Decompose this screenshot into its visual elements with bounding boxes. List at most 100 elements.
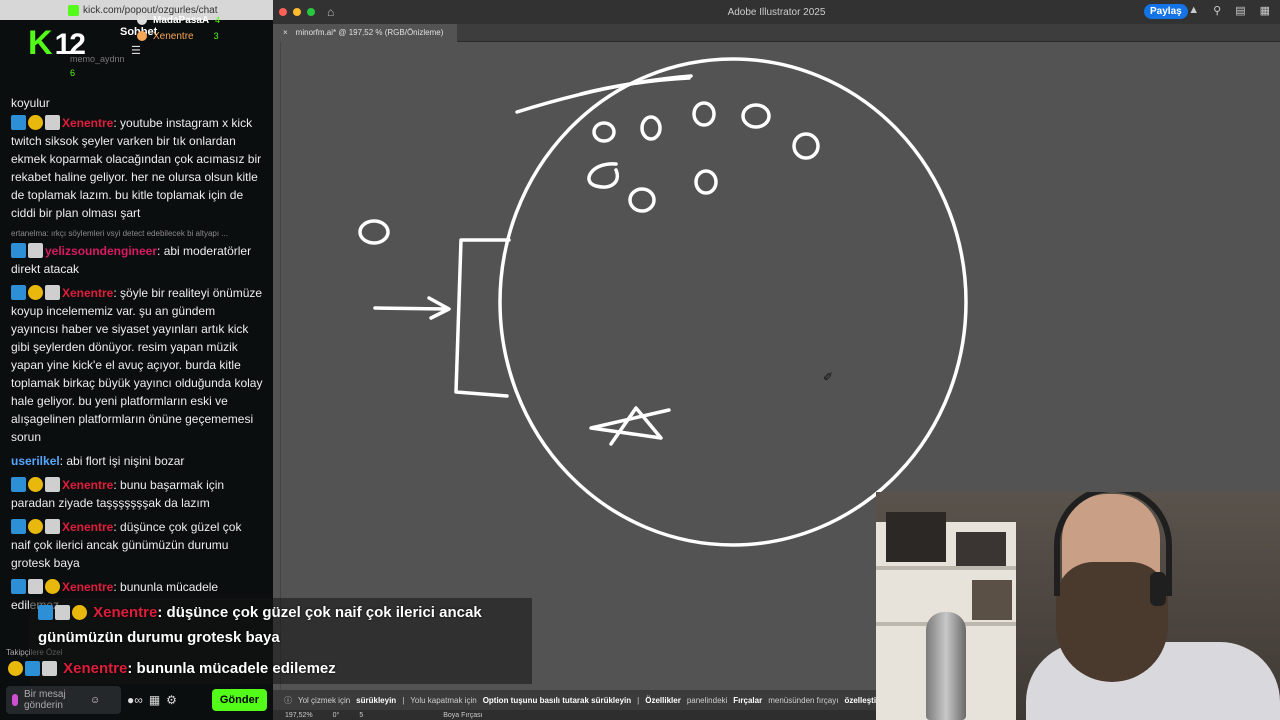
- gift-badge-icon: [45, 477, 60, 492]
- current-tool-name: Boya Fırçası: [443, 711, 483, 719]
- top-user-name: MadaPasaA: [153, 14, 210, 26]
- top-user-count: 3: [213, 31, 219, 41]
- overlay-text: : düşünce çok güzel çok naif çok ilerici…: [157, 604, 482, 621]
- store-icon[interactable]: ▦: [149, 693, 160, 707]
- status-hint-3-bold: Özellikler: [645, 695, 681, 705]
- gift-badge-icon: [28, 579, 43, 594]
- username[interactable]: Xenentre: [62, 478, 113, 492]
- chat-input-placeholder: Bir mesaj gönderin: [24, 689, 66, 711]
- overlay-username: Xenentre: [93, 604, 158, 621]
- subscriber-badge-icon: [72, 605, 87, 620]
- username[interactable]: yelizsoundengineer: [45, 244, 157, 258]
- moderator-badge-icon: [11, 115, 26, 130]
- arrange-documents-icon[interactable]: ▦: [1260, 4, 1270, 17]
- moderator-badge-icon: [11, 285, 26, 300]
- status-separator: |: [402, 695, 405, 705]
- message-text: youtube instagram x kick twitch siksok ş…: [11, 116, 262, 220]
- reply-preview[interactable]: ertanelma: ırkçı söylemleri vsyi detect …: [11, 228, 263, 240]
- status-hint-2: Yolu kapatmak için: [410, 695, 477, 705]
- chat-message: koyulur: [11, 94, 263, 112]
- paintbrush-cursor-icon: ✐: [823, 370, 834, 384]
- search-icon[interactable]: ⚲: [1213, 4, 1221, 17]
- top-user-row[interactable]: MadaPasaA 4: [137, 12, 220, 28]
- chat-message: userilkel: abi flort işi nişini bozar: [11, 454, 185, 468]
- small-circle-stroke: [792, 132, 820, 160]
- small-curl-stroke: [587, 162, 619, 189]
- small-circle-stroke: [628, 187, 656, 213]
- notifications-bell-icon[interactable]: ▲: [1188, 4, 1199, 17]
- headphone-cup: [1150, 572, 1166, 606]
- small-circle-stroke: [640, 115, 662, 141]
- shelf-books: [972, 580, 1012, 620]
- chat-message-input[interactable]: Bir mesaj gönderin ☺: [6, 686, 121, 714]
- titlebar-icons: ▲ ⚲ ▤ ▦: [1188, 4, 1270, 17]
- settings-gear-icon[interactable]: ⚙: [166, 693, 177, 707]
- username[interactable]: Xenentre: [62, 116, 113, 130]
- emoji-icon[interactable]: ☺: [90, 695, 100, 706]
- overlay-text: : bununla mücadele edilemez: [127, 660, 336, 677]
- subscriber-badge-icon: [45, 579, 60, 594]
- gift-badge-icon: [42, 661, 57, 676]
- top-user-count: 4: [215, 15, 221, 25]
- shelf-board: [876, 566, 1016, 570]
- small-circle-stroke: [358, 219, 390, 245]
- shelf-box: [956, 532, 1006, 566]
- moderator-badge-icon: [11, 243, 26, 258]
- chat-header: K12 Sohbet memo_aydnn 6 MadaPasaA 4 Xene…: [0, 15, 273, 82]
- message-text: koyulur: [11, 96, 50, 110]
- gift-badge-icon: [45, 519, 60, 534]
- username[interactable]: Xenentre: [62, 520, 113, 534]
- big-circle-stroke: [498, 57, 968, 547]
- arrow-shaft-stroke: [373, 306, 449, 311]
- subscriber-badge-icon: [28, 115, 43, 130]
- filter-icon[interactable]: ☰: [131, 44, 141, 57]
- microphone-icon[interactable]: [12, 694, 18, 706]
- moderator-badge-icon: [38, 605, 53, 620]
- message-text: abi flort işi nişini bozar: [66, 454, 185, 468]
- subscriber-badge-icon: [28, 285, 43, 300]
- moderator-badge-icon: [25, 661, 40, 676]
- microphone: [926, 612, 966, 720]
- star-stroke: [589, 406, 671, 446]
- user-badge-icon: [137, 15, 147, 25]
- chat-message: Xenentre: şöyle bir realiteyi önümüze ko…: [11, 285, 263, 444]
- message-text: şöyle bir realiteyi önümüze koyup incele…: [11, 286, 263, 444]
- zoom-level[interactable]: 197,52%: [285, 712, 313, 719]
- workspace-layout-icon[interactable]: ▤: [1235, 4, 1245, 17]
- small-circle-stroke: [694, 169, 718, 195]
- rotation-value[interactable]: 0°: [333, 712, 340, 719]
- document-tab[interactable]: × minorfm.ai* @ 197,52 % (RGB/Önizleme): [273, 23, 458, 42]
- top-user-name: Xenentre: [153, 30, 194, 42]
- kick-favicon-icon: [68, 4, 79, 16]
- overlay-line-3: Xenentre: bununla mücadele edilemez: [8, 660, 336, 677]
- username[interactable]: userilkel: [11, 454, 60, 468]
- send-button[interactable]: Gönder: [211, 689, 267, 711]
- app-title: Adobe Illustrator 2025: [727, 6, 826, 18]
- top-user-row[interactable]: Xenentre 3: [137, 28, 220, 44]
- chat-footer: Bir mesaj gönderin ☺ ●∞ ▦ ⚙ Gönder: [0, 680, 273, 720]
- status-hint-3c: Fırçalar: [733, 695, 763, 705]
- close-tab-icon[interactable]: ×: [283, 28, 288, 37]
- chat-message: ertanelma: ırkçı söylemleri vsyi detect …: [11, 228, 263, 278]
- moderator-badge-icon: [11, 519, 26, 534]
- username[interactable]: Xenentre: [62, 580, 113, 594]
- document-tab-label: minorfm.ai* @ 197,52 % (RGB/Önizleme): [295, 28, 444, 37]
- share-button[interactable]: Paylaş: [1144, 4, 1188, 19]
- status-hint-1: Yol çizmek için: [298, 695, 351, 705]
- subscriber-badge-icon: [8, 661, 23, 676]
- status-hint-3: panelindeki: [686, 695, 728, 705]
- overlay-line-1: Xenentre: düşünce çok güzel çok naif çok…: [38, 604, 482, 621]
- gift-badge-icon: [45, 115, 60, 130]
- help-icon[interactable]: ⓘ: [284, 695, 292, 706]
- shelf-box: [886, 512, 946, 562]
- moderator-badge-icon: [11, 477, 26, 492]
- chat-overlay-captions: Xenentre: düşünce çok güzel çok naif çok…: [8, 598, 532, 684]
- artboard-number[interactable]: 5: [359, 712, 363, 719]
- chat-message-list[interactable]: koyulur Xenentre: youtube instagram x ki…: [0, 94, 273, 654]
- logo-letter: K: [28, 24, 53, 62]
- streamer: [1026, 492, 1280, 720]
- status-hint-2-bold: Option tuşunu basılı tutarak sürükleyin: [482, 695, 632, 705]
- points-icon[interactable]: ●∞: [127, 693, 143, 707]
- chat-message: Xenentre: youtube instagram x kick twitc…: [11, 115, 262, 220]
- username[interactable]: Xenentre: [62, 286, 113, 300]
